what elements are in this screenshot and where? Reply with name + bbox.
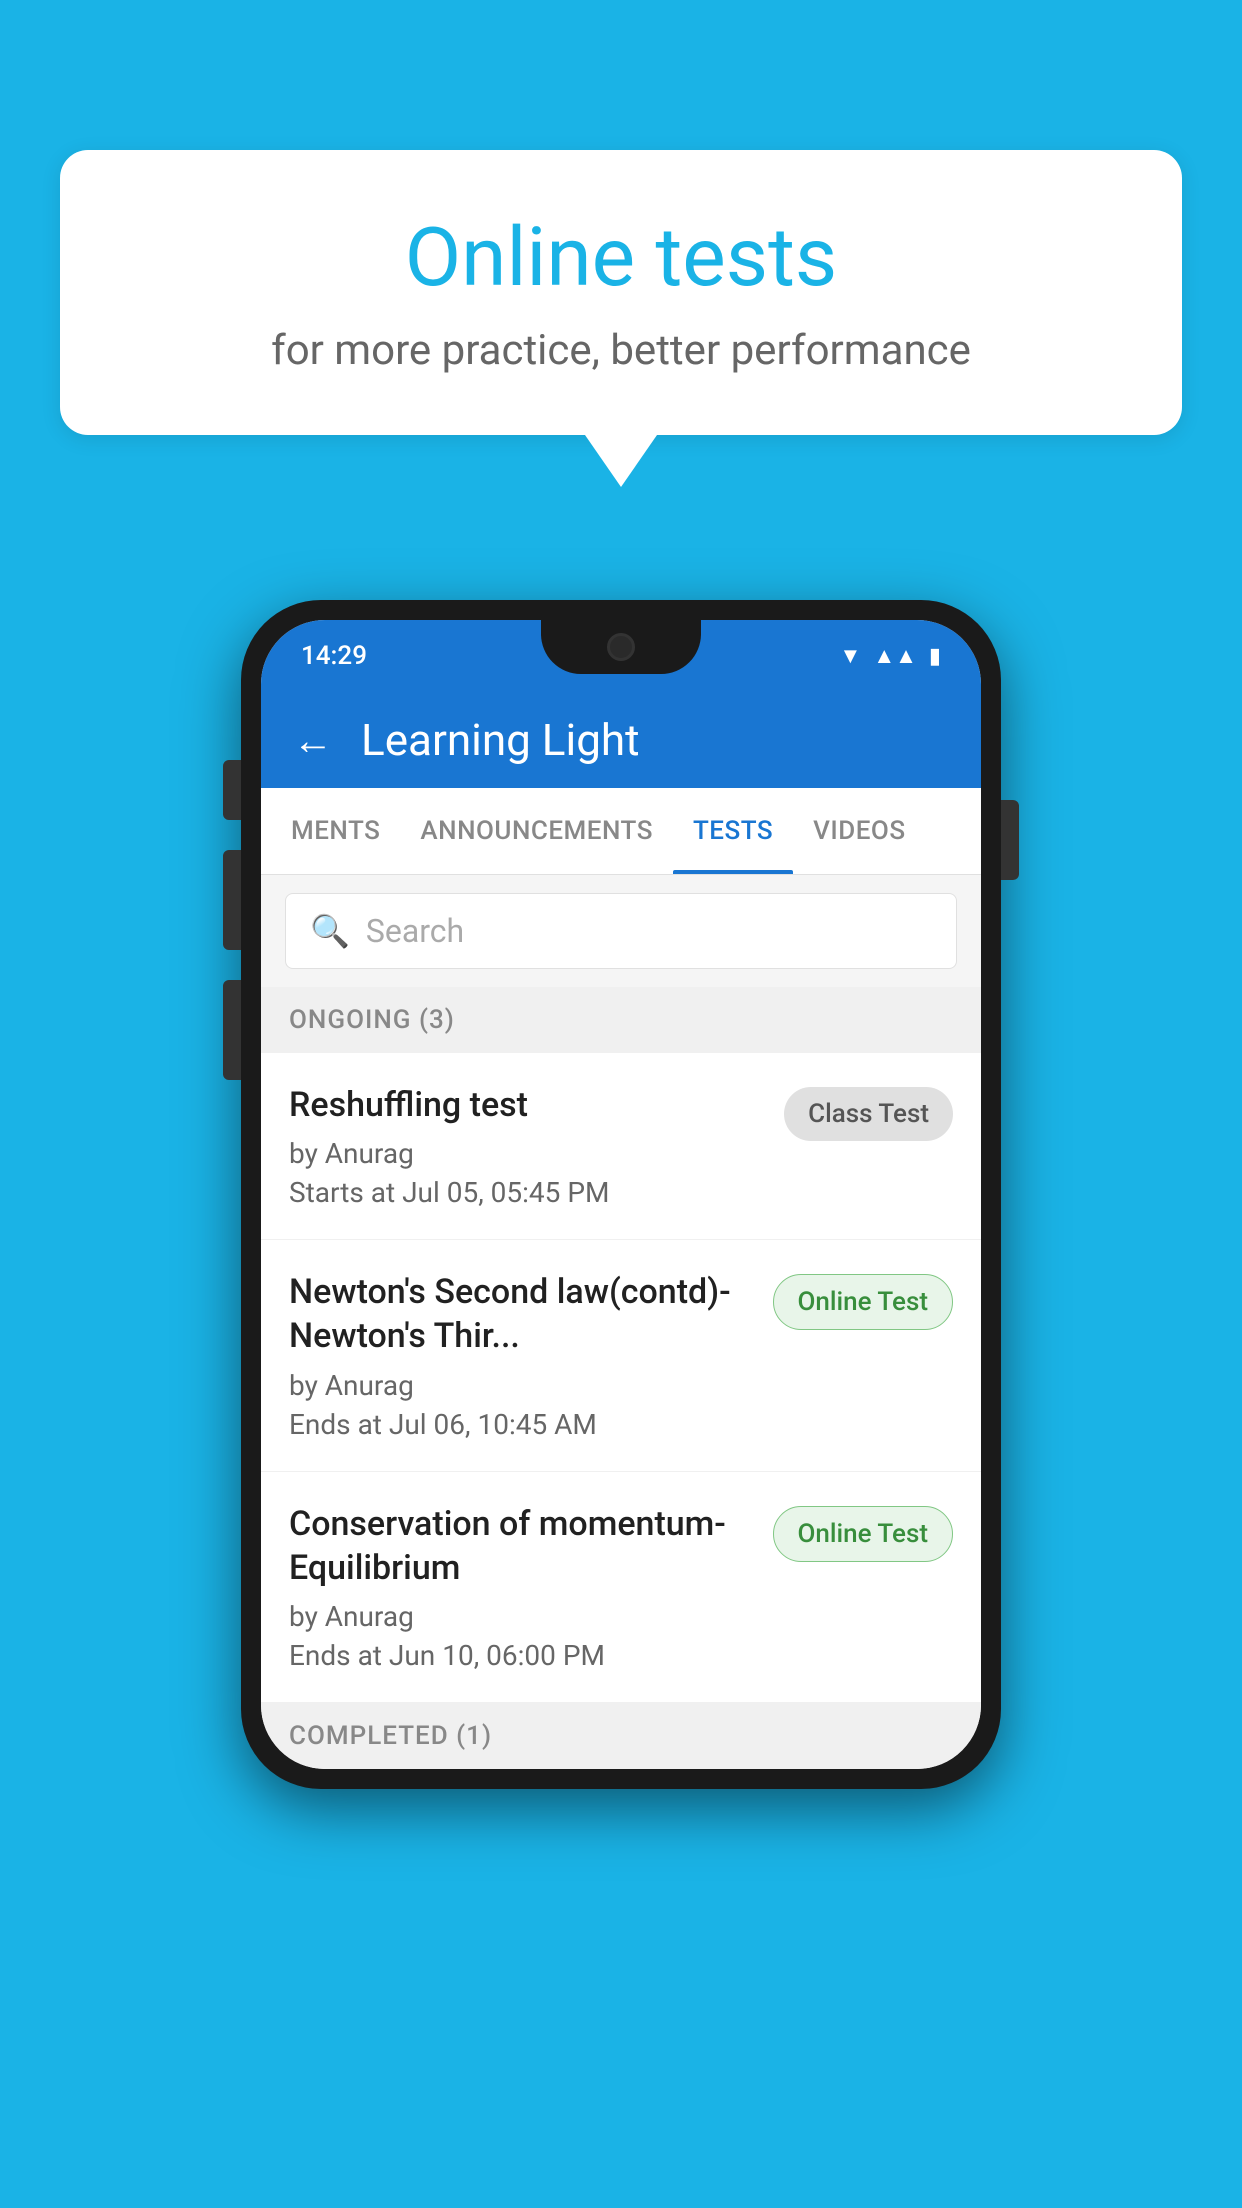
front-camera [607,633,635,661]
bubble-tail [585,435,657,487]
vol-up-button [223,850,241,950]
phone-screen: 14:29 ▼ ▲▲ ▮ ← Learning Light MENTS [261,620,981,1769]
wifi-icon: ▼ [840,643,862,669]
test-author-newton: by Anurag [289,1369,753,1402]
status-icons: ▼ ▲▲ ▮ [840,643,941,669]
test-name-conservation: Conservation of momentum-Equilibrium [289,1502,753,1590]
search-placeholder-text: Search [366,912,464,950]
tabs-bar: MENTS ANNOUNCEMENTS TESTS VIDEOS [261,788,981,875]
search-container: 🔍 Search [261,875,981,987]
phone-outer: 14:29 ▼ ▲▲ ▮ ← Learning Light MENTS [241,600,1001,1789]
status-bar: 14:29 ▼ ▲▲ ▮ [261,620,981,692]
completed-section-header: COMPLETED (1) [261,1703,981,1769]
ongoing-section-header: ONGOING (3) [261,987,981,1053]
battery-icon: ▮ [929,644,941,669]
test-name-newton: Newton's Second law(contd)-Newton's Thir… [289,1270,753,1358]
bubble-subtitle: for more practice, better performance [140,326,1102,375]
test-time-reshuffling: Starts at Jul 05, 05:45 PM [289,1176,764,1209]
test-name-reshuffling: Reshuffling test [289,1083,764,1127]
ongoing-label: ONGOING (3) [289,1005,455,1035]
speech-bubble-wrapper: Online tests for more practice, better p… [60,150,1182,487]
status-time: 14:29 [301,641,367,671]
back-button[interactable]: ← [293,717,333,764]
test-info-reshuffling: Reshuffling test by Anurag Starts at Jul… [289,1083,764,1209]
test-time-newton: Ends at Jul 06, 10:45 AM [289,1408,753,1441]
tab-ments[interactable]: MENTS [271,788,400,874]
phone-wrapper: 14:29 ▼ ▲▲ ▮ ← Learning Light MENTS [241,600,1001,1789]
badge-online-test-newton: Online Test [773,1274,954,1330]
badge-online-test-conservation: Online Test [773,1506,954,1562]
phone-notch [541,620,701,674]
tab-announcements[interactable]: ANNOUNCEMENTS [400,788,673,874]
bubble-title: Online tests [140,210,1102,306]
app-header: ← Learning Light [261,692,981,788]
speech-bubble: Online tests for more practice, better p… [60,150,1182,435]
app-title: Learning Light [361,714,640,766]
test-item-newton[interactable]: Newton's Second law(contd)-Newton's Thir… [261,1240,981,1471]
badge-class-test: Class Test [784,1087,953,1141]
search-icon: 🔍 [310,912,350,950]
tab-videos[interactable]: VIDEOS [793,788,925,874]
silent-button [223,760,241,820]
search-bar[interactable]: 🔍 Search [285,893,957,969]
vol-down-button [223,980,241,1080]
test-item-reshuffling[interactable]: Reshuffling test by Anurag Starts at Jul… [261,1053,981,1240]
power-button [1001,800,1019,880]
test-info-conservation: Conservation of momentum-Equilibrium by … [289,1502,753,1672]
test-time-conservation: Ends at Jun 10, 06:00 PM [289,1639,753,1672]
test-info-newton: Newton's Second law(contd)-Newton's Thir… [289,1270,753,1440]
tab-tests[interactable]: TESTS [673,788,793,874]
test-author-reshuffling: by Anurag [289,1137,764,1170]
test-item-conservation[interactable]: Conservation of momentum-Equilibrium by … [261,1472,981,1703]
signal-icon: ▲▲ [873,643,917,669]
test-author-conservation: by Anurag [289,1600,753,1633]
completed-label: COMPLETED (1) [289,1721,492,1751]
